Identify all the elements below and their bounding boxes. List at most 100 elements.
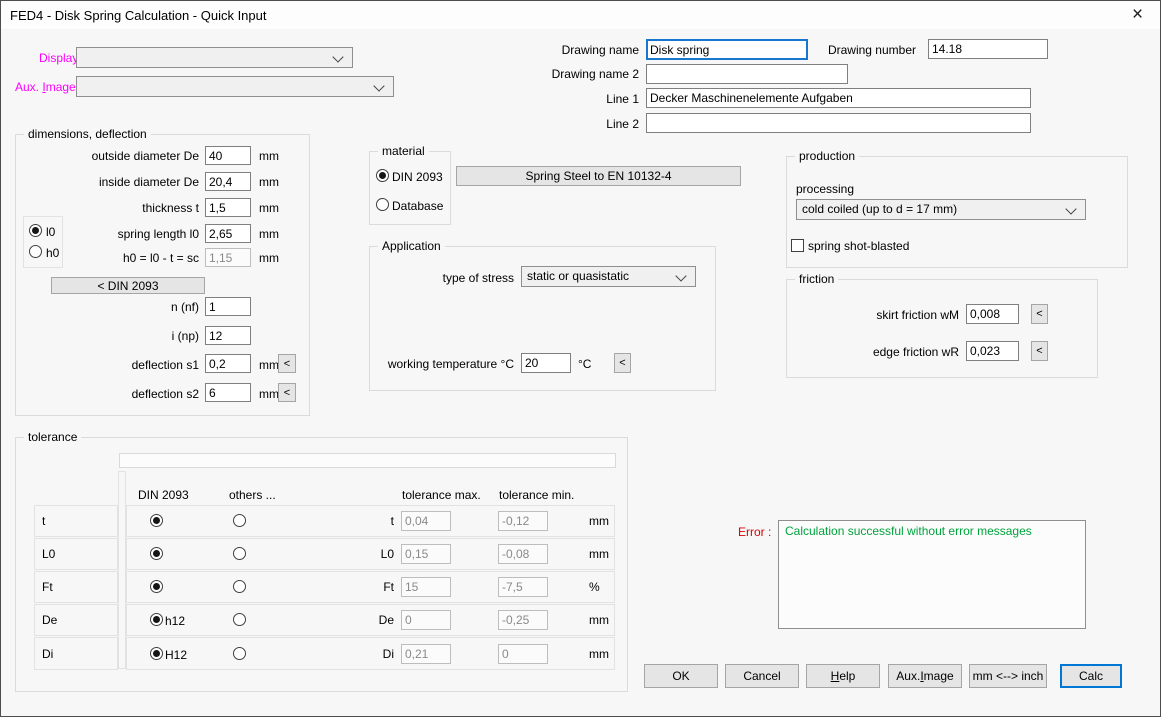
material-steel-button[interactable]: Spring Steel to EN 10132-4 — [456, 166, 741, 186]
tolerance-ft-din-radio[interactable] — [150, 580, 163, 593]
window-title: FED4 - Disk Spring Calculation - Quick I… — [10, 8, 266, 23]
tolerance-di-din-radio[interactable] — [150, 647, 163, 660]
tolerance-t-min-input — [498, 511, 548, 531]
spring-length-input[interactable] — [205, 224, 251, 243]
application-group-title: Application — [378, 239, 445, 253]
tolerance-ft-unit: % — [589, 580, 600, 594]
tolerance-di-max-input — [401, 644, 451, 664]
type-of-stress-combobox[interactable]: static or quasistatic — [521, 266, 696, 287]
tolerance-row-label: Di — [42, 647, 53, 661]
chevron-down-icon — [675, 270, 686, 281]
line1-label: Line 1 — [606, 92, 639, 106]
material-group: material — [369, 151, 451, 225]
tolerance-di-din-suffix: H12 — [165, 648, 187, 662]
tolerance-header-max: tolerance max. — [402, 488, 481, 502]
tolerance-group-title: tolerance — [24, 430, 81, 444]
cancel-button[interactable]: Cancel — [725, 664, 799, 688]
help-button[interactable]: Help — [806, 664, 880, 688]
calc-button[interactable]: Calc — [1060, 664, 1122, 688]
skirt-friction-pick-button[interactable]: < — [1031, 304, 1048, 324]
outside-diameter-label: outside diameter De — [92, 149, 199, 163]
edge-friction-input[interactable] — [966, 341, 1019, 361]
line2-input[interactable] — [646, 113, 1031, 133]
tolerance-l0-others-radio[interactable] — [233, 547, 246, 560]
tolerance-t-din-radio[interactable] — [150, 514, 163, 527]
tolerance-row-label: Ft — [42, 580, 53, 594]
tolerance-de-field-label: De — [379, 613, 394, 627]
working-temperature-label: working temperature °C — [388, 357, 514, 371]
outside-diameter-input[interactable] — [205, 146, 251, 165]
s2-unit: mm — [259, 387, 279, 401]
skirt-friction-label: skirt friction wM — [876, 308, 959, 322]
error-label: Error : — [738, 525, 771, 539]
deflection-s2-label: deflection s2 — [132, 387, 199, 401]
skirt-friction-input[interactable] — [966, 304, 1019, 324]
h0-radio-label: h0 — [46, 246, 59, 260]
line1-input[interactable] — [646, 88, 1031, 108]
tolerance-l0-unit: mm — [589, 547, 609, 561]
tolerance-left-strip — [118, 471, 126, 669]
tolerance-de-max-input — [401, 610, 451, 630]
drawing-name-input[interactable] — [646, 39, 808, 60]
shot-blasted-label: spring shot-blasted — [808, 239, 909, 253]
drawing-name-label: Drawing name — [562, 43, 639, 57]
tolerance-row-label-cell — [34, 505, 118, 537]
aux-image-button[interactable]: Aux. Image — [888, 664, 962, 688]
processing-label: processing — [796, 182, 854, 196]
tolerance-t-max-input — [401, 511, 451, 531]
thickness-input[interactable] — [205, 198, 251, 217]
tolerance-ft-others-radio[interactable] — [233, 580, 246, 593]
tolerance-de-others-radio[interactable] — [233, 613, 246, 626]
h0-unit: mm — [259, 251, 279, 265]
error-box: Calculation successful without error mes… — [778, 520, 1086, 629]
type-of-stress-label: type of stress — [443, 271, 514, 285]
type-of-stress-value: static or quasistatic — [527, 269, 629, 283]
chevron-down-icon — [332, 51, 343, 62]
tolerance-de-din-radio[interactable] — [150, 613, 163, 626]
n-nf-input[interactable] — [205, 297, 251, 316]
processing-combobox[interactable]: cold coiled (up to d = 17 mm) — [796, 199, 1086, 220]
thickness-unit: mm — [259, 201, 279, 215]
friction-group-title: friction — [795, 272, 838, 286]
tolerance-di-others-radio[interactable] — [233, 647, 246, 660]
din-2093-button[interactable]: < DIN 2093 — [51, 277, 205, 294]
deflection-s1-input[interactable] — [205, 354, 251, 373]
s2-pick-button[interactable]: < — [278, 383, 296, 402]
aux-image-combobox[interactable] — [76, 76, 394, 97]
inside-diameter-input[interactable] — [205, 172, 251, 191]
material-din-radio[interactable] — [376, 169, 389, 182]
tolerance-row-label: De — [42, 613, 57, 627]
title-bar: FED4 - Disk Spring Calculation - Quick I… — [1, 1, 1160, 29]
temperature-unit: °C — [578, 357, 591, 371]
chevron-down-icon — [373, 80, 384, 91]
inside-diameter-label: inside diameter De — [99, 175, 199, 189]
working-temperature-input[interactable] — [521, 353, 571, 373]
ok-button[interactable]: OK — [644, 664, 718, 688]
h0-radio[interactable] — [29, 245, 42, 258]
tolerance-l0-din-radio[interactable] — [150, 547, 163, 560]
tolerance-header-min: tolerance min. — [499, 488, 574, 502]
edge-friction-pick-button[interactable]: < — [1031, 341, 1048, 361]
fed4-quick-input-dialog: { "window": { "title": "FED4 - Disk Spri… — [0, 0, 1161, 717]
tolerance-header-others: others ... — [229, 488, 276, 502]
display-combobox[interactable] — [76, 47, 353, 68]
tolerance-di-field-label: Di — [383, 647, 394, 661]
deflection-s2-input[interactable] — [205, 383, 251, 402]
shot-blasted-checkbox[interactable] — [791, 239, 804, 252]
mm-inch-button[interactable]: mm <--> inch — [969, 664, 1047, 688]
deflection-s1-label: deflection s1 — [132, 358, 199, 372]
close-button[interactable]: × — [1115, 1, 1160, 29]
tolerance-header-din: DIN 2093 — [138, 488, 189, 502]
tolerance-top-strip — [119, 453, 616, 468]
l0-radio[interactable] — [29, 224, 42, 237]
material-database-radio[interactable] — [376, 198, 389, 211]
drawing-number-input[interactable] — [928, 39, 1048, 59]
s1-pick-button[interactable]: < — [278, 354, 296, 373]
tolerance-t-unit: mm — [589, 514, 609, 528]
processing-value: cold coiled (up to d = 17 mm) — [802, 202, 957, 216]
tolerance-t-others-radio[interactable] — [233, 514, 246, 527]
material-group-title: material — [378, 144, 429, 158]
drawing-name2-input[interactable] — [646, 64, 848, 84]
i-np-input[interactable] — [205, 326, 251, 345]
temperature-pick-button[interactable]: < — [614, 353, 631, 373]
